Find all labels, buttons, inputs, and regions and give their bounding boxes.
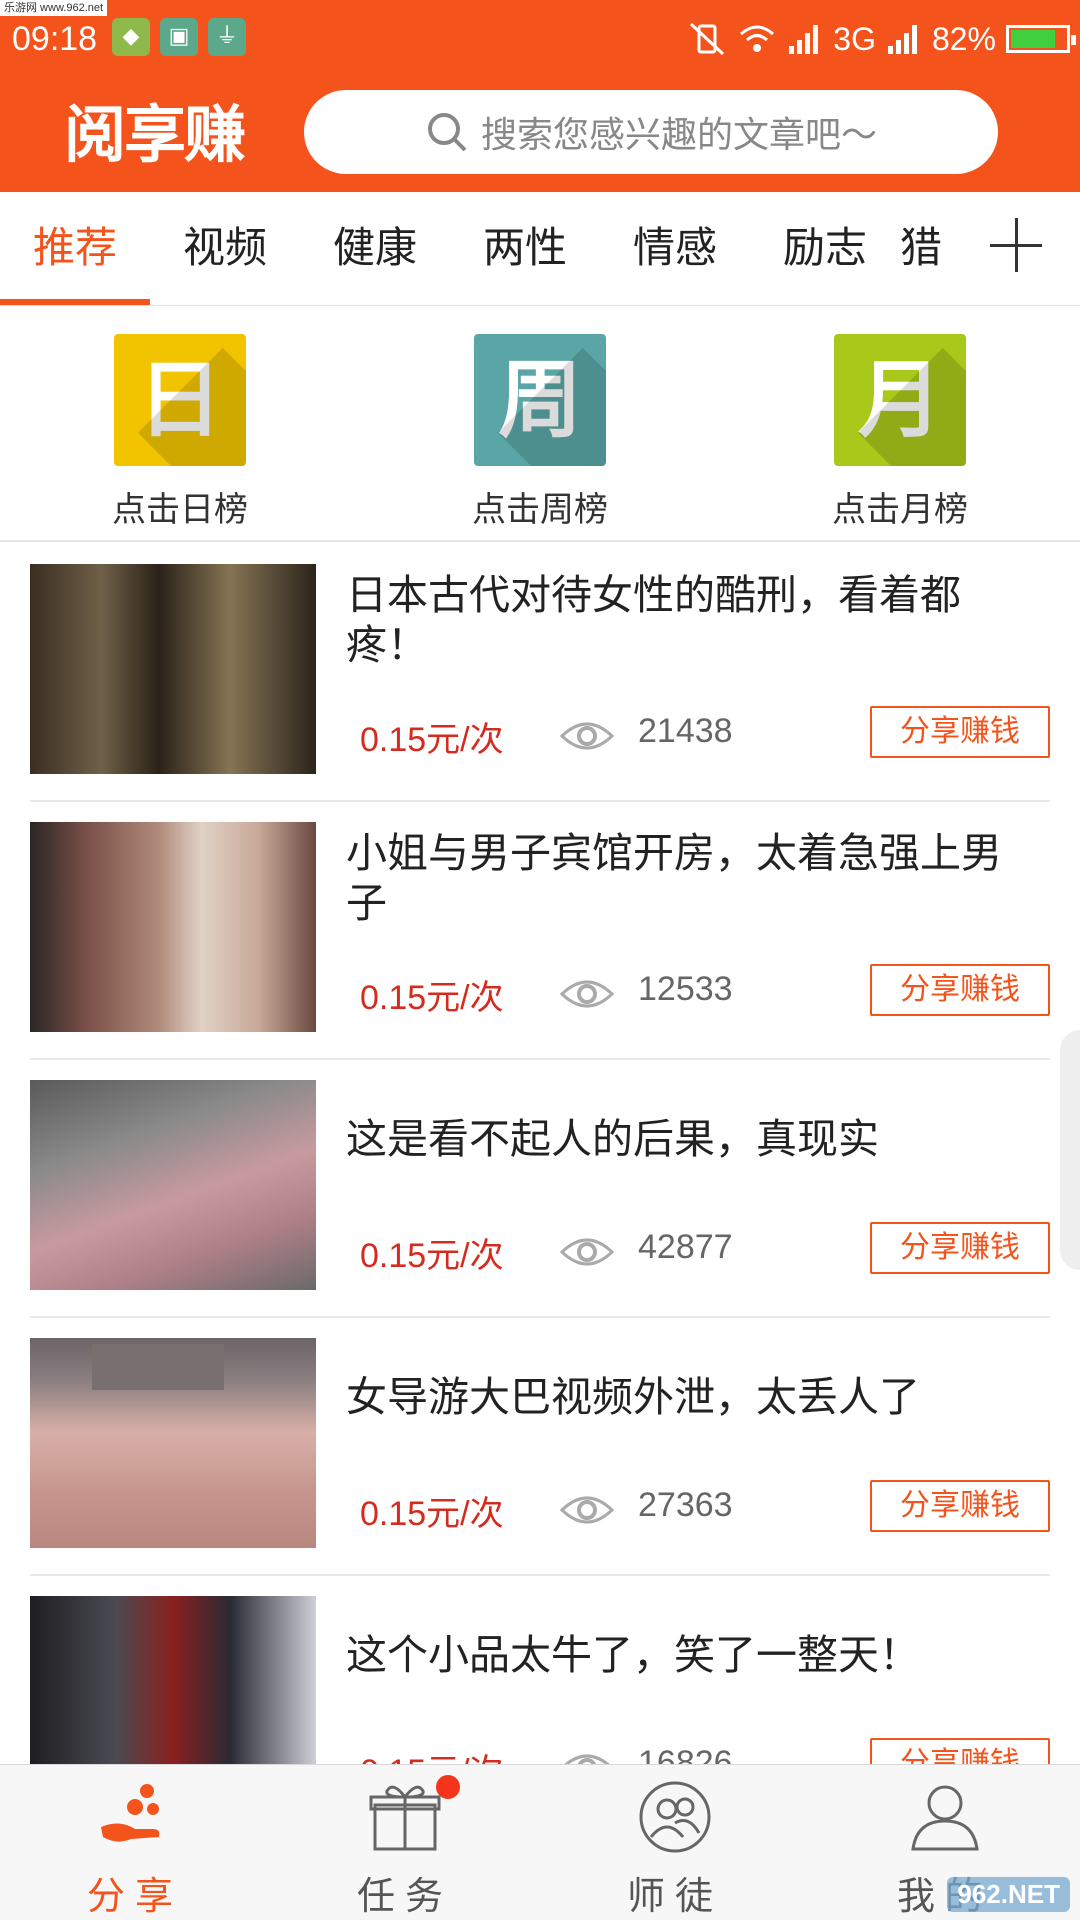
tab-video[interactable]: 视频 [150,192,300,306]
battery-percent: 82% [931,20,996,57]
status-right: 3G 82% [687,14,1076,64]
app-logo: 阅享赚 [64,98,246,171]
nav-mentor-label: 师徒 [626,1874,723,1918]
network-type: 3G [833,20,876,57]
view-count: 21438 [638,712,733,750]
bottom-nav: 分享 任务 师徒 我的 962.NET [0,1764,1080,1920]
monthly-rank-button[interactable]: 月 点击月榜 [820,334,980,531]
article-thumbnail [30,1596,316,1764]
share-earn-button[interactable]: 分享赚钱 [870,706,1050,758]
article-thumbnail [30,1080,316,1290]
vibrate-off-icon [690,22,725,56]
eye-icon [560,1496,614,1524]
tab-emotion[interactable]: 情感 [600,192,750,306]
site-watermark: 乐游网 www.962.net [0,0,108,16]
side-drawer-handle[interactable] [1060,1030,1080,1270]
article-title: 女导游大巴视频外泄，太丢人了 [346,1373,920,1421]
censor-bar [92,1344,224,1390]
article-title: 小姐与男子宾馆开房，太着急强上男子 [346,829,1002,927]
daily-rank-icon: 日 [114,334,246,466]
share-hand-icon [101,1784,160,1842]
weekly-rank-label: 点击周榜 [472,490,608,530]
eye-icon [560,1238,614,1266]
eye-icon [560,980,614,1008]
price-per-read: 0.15元/次 [360,1237,504,1275]
person-icon [911,1785,979,1851]
view-count: 12533 [638,970,733,1008]
article-title: 这个小品太牛了，笑了一整天！ [346,1631,920,1679]
weekly-rank-icon: 周 [474,334,606,466]
nav-share-label: 分享 [86,1874,183,1918]
article-feed: 日本古代对待女性的酷刑，看着都疼！ 0.15元/次 21438 分享赚钱 小姐与… [0,544,1080,1764]
price-per-read: 0.15元/次 [360,1495,504,1533]
tab-gender[interactable]: 两性 [450,192,600,306]
monthly-rank-label: 点击月榜 [832,490,968,530]
search-bar[interactable]: 搜索您感兴趣的文章吧～ [304,90,998,174]
view-count: 16826 [638,1744,733,1764]
active-tab-indicator [0,299,150,305]
share-earn-button[interactable]: 分享赚钱 [870,1738,1050,1764]
usb-icon: ⏚ [208,18,246,56]
site-watermark-bottom: 962.NET [947,1877,1070,1912]
list-item[interactable]: 小姐与男子宾馆开房，太着急强上男子 0.15元/次 12533 分享赚钱 [30,802,1050,1060]
people-icon [639,1781,711,1853]
daily-rank-button[interactable]: 日 点击日榜 [100,334,260,531]
share-earn-button[interactable]: 分享赚钱 [870,964,1050,1016]
signal-icon [789,25,819,54]
article-title: 这是看不起人的后果，真现实 [346,1115,879,1163]
rank-row: 日 点击日榜 周 点击周榜 月 点击月榜 [0,306,1080,542]
tab-inspiration[interactable]: 励志 [750,192,900,306]
nav-task-label: 任务 [356,1874,453,1918]
status-bar: 09:18 ◆ ▣ ⏚ 3G 82% [0,0,1080,78]
monthly-rank-icon: 月 [834,334,966,466]
app-header: 09:18 ◆ ▣ ⏚ 3G 82% 乐游网 www.962.net 阅享赚 搜… [0,0,1080,192]
article-thumbnail [30,822,316,1032]
list-item[interactable]: 日本古代对待女性的酷刑，看着都疼！ 0.15元/次 21438 分享赚钱 [30,544,1050,802]
screenshot-icon: ▣ [160,18,198,56]
share-earn-button[interactable]: 分享赚钱 [870,1480,1050,1532]
view-count: 42877 [638,1228,733,1266]
nav-mentor[interactable]: 师徒 [540,1765,810,1920]
view-count: 27363 [638,1486,733,1524]
search-placeholder: 搜索您感兴趣的文章吧～ [480,115,877,156]
wifi-icon [740,25,775,52]
share-earn-button[interactable]: 分享赚钱 [870,1222,1050,1274]
price-per-read: 0.15元/次 [360,721,504,759]
article-thumbnail [30,564,316,774]
nav-task[interactable]: 任务 [270,1765,540,1920]
price-per-read: 0.15元/次 [360,1744,504,1764]
daily-rank-label: 点击日榜 [112,490,248,530]
article-thumbnail [30,1338,316,1548]
list-item[interactable]: 这是看不起人的后果，真现实 0.15元/次 42877 分享赚钱 [30,1060,1050,1318]
weekly-rank-button[interactable]: 周 点击周榜 [460,334,620,531]
tab-health[interactable]: 健康 [300,192,450,306]
signal-icon-2 [887,25,917,54]
list-item[interactable]: 女导游大巴视频外泄，太丢人了 0.15元/次 27363 分享赚钱 [30,1318,1050,1576]
search-icon [427,113,467,152]
article-title: 日本古代对待女性的酷刑，看着都疼！ [346,571,961,669]
eye-icon [564,1754,610,1764]
tab-hunt[interactable]: 猎 [900,192,970,306]
gift-icon [369,1785,441,1851]
battery-icon [1006,25,1076,53]
list-item[interactable]: 这个小品太牛了，笑了一整天！ 0.15元/次 16826 分享赚钱 [30,1576,1050,1764]
category-tabs: 推荐 视频 健康 两性 情感 励志 猎 [0,192,1080,306]
add-tab-icon[interactable] [990,216,1050,276]
tab-recommend[interactable]: 推荐 [0,192,150,306]
shield-app-icon: ◆ [112,18,150,56]
nav-share[interactable]: 分享 [0,1765,270,1920]
price-per-read: 0.15元/次 [360,979,504,1017]
notification-badge [436,1775,460,1799]
eye-icon [560,722,614,750]
status-time: 09:18 [12,20,98,58]
